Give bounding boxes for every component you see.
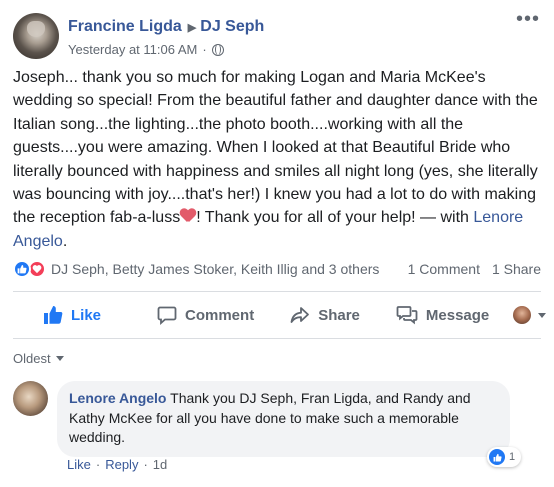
reactor-names[interactable]: DJ Seph, Betty James Stoker, Keith Illig… (51, 261, 379, 277)
like-button[interactable]: Like (43, 297, 101, 333)
comment-bubble-icon (157, 306, 177, 325)
separator: · (95, 457, 101, 472)
author-name-link[interactable]: Francine Ligda (68, 18, 182, 36)
target-name-link[interactable]: DJ Seph (200, 18, 264, 36)
comment-like-link[interactable]: Like (67, 457, 91, 472)
commenter-avatar[interactable] (13, 381, 48, 416)
author-avatar[interactable] (13, 13, 59, 59)
reactions-summary: DJ Seph, Betty James Stoker, Keith Illig… (13, 258, 541, 280)
like-label: Like (71, 306, 102, 324)
comment-bubble: Lenore Angelo Thank you DJ Seph, Fran Li… (57, 381, 510, 457)
comment-reaction-count: 1 (509, 451, 516, 463)
share-label: Share (318, 306, 360, 324)
more-options-icon[interactable]: ••• (516, 9, 540, 29)
like-reaction-icon (489, 449, 505, 465)
post-text-after: ! Thank you for all of your help! — with (196, 209, 474, 227)
comment-label: Comment (185, 306, 255, 324)
message-label: Message (425, 306, 490, 324)
chevron-down-icon (55, 356, 64, 361)
post-header: Francine Ligda ▶ DJ Seph Yesterday at 11… (13, 13, 264, 61)
comment-reaction-badge[interactable]: 1 (487, 447, 522, 467)
like-reaction-icon (13, 260, 31, 278)
engagement-counts: 1 Comment 1 Share (408, 261, 541, 277)
post-as-selector[interactable] (513, 297, 547, 333)
meta-separator: · (202, 42, 207, 57)
divider (13, 338, 541, 339)
play-arrow-icon: ▶ (187, 21, 197, 34)
post-meta: Yesterday at 11:06 AM · (68, 42, 264, 57)
message-button[interactable]: Message (396, 297, 489, 333)
chevron-down-icon (538, 312, 547, 318)
heart-emoji-icon (180, 209, 196, 223)
share-arrow-icon (290, 307, 310, 323)
post-action-bar: Like Comment Share Message (13, 297, 547, 333)
share-count-link[interactable]: 1 Share (492, 261, 541, 277)
comment-sort-dropdown[interactable]: Oldest (13, 351, 64, 366)
post-body: Joseph... thank you so much for making L… (13, 66, 543, 253)
post-names: Francine Ligda ▶ DJ Seph (68, 15, 264, 39)
share-button[interactable]: Share (290, 297, 360, 333)
divider (13, 291, 541, 292)
comment-timestamp[interactable]: 1d (153, 457, 167, 472)
separator: · (143, 457, 148, 472)
comment-count-link[interactable]: 1 Comment (408, 261, 480, 277)
globe-icon[interactable] (211, 43, 224, 56)
post-text-end: . (62, 232, 68, 250)
comment-button[interactable]: Comment (157, 297, 254, 333)
comment-sort-label: Oldest (13, 351, 51, 366)
thumbs-up-icon (44, 306, 63, 324)
header-text: Francine Ligda ▶ DJ Seph Yesterday at 11… (68, 15, 264, 57)
comment-actions: Like · Reply · 1d (67, 457, 167, 472)
post-text-main: Joseph... thank you so much for making L… (13, 69, 538, 227)
comment-author-link[interactable]: Lenore Angelo (69, 390, 167, 406)
post-timestamp[interactable]: Yesterday at 11:06 AM (68, 42, 197, 57)
message-bubbles-icon (396, 306, 418, 325)
facebook-post-card: Francine Ligda ▶ DJ Seph Yesterday at 11… (0, 0, 554, 487)
reaction-icons[interactable] (13, 260, 46, 278)
comment-reply-link[interactable]: Reply (105, 457, 138, 472)
current-user-avatar (513, 306, 532, 324)
